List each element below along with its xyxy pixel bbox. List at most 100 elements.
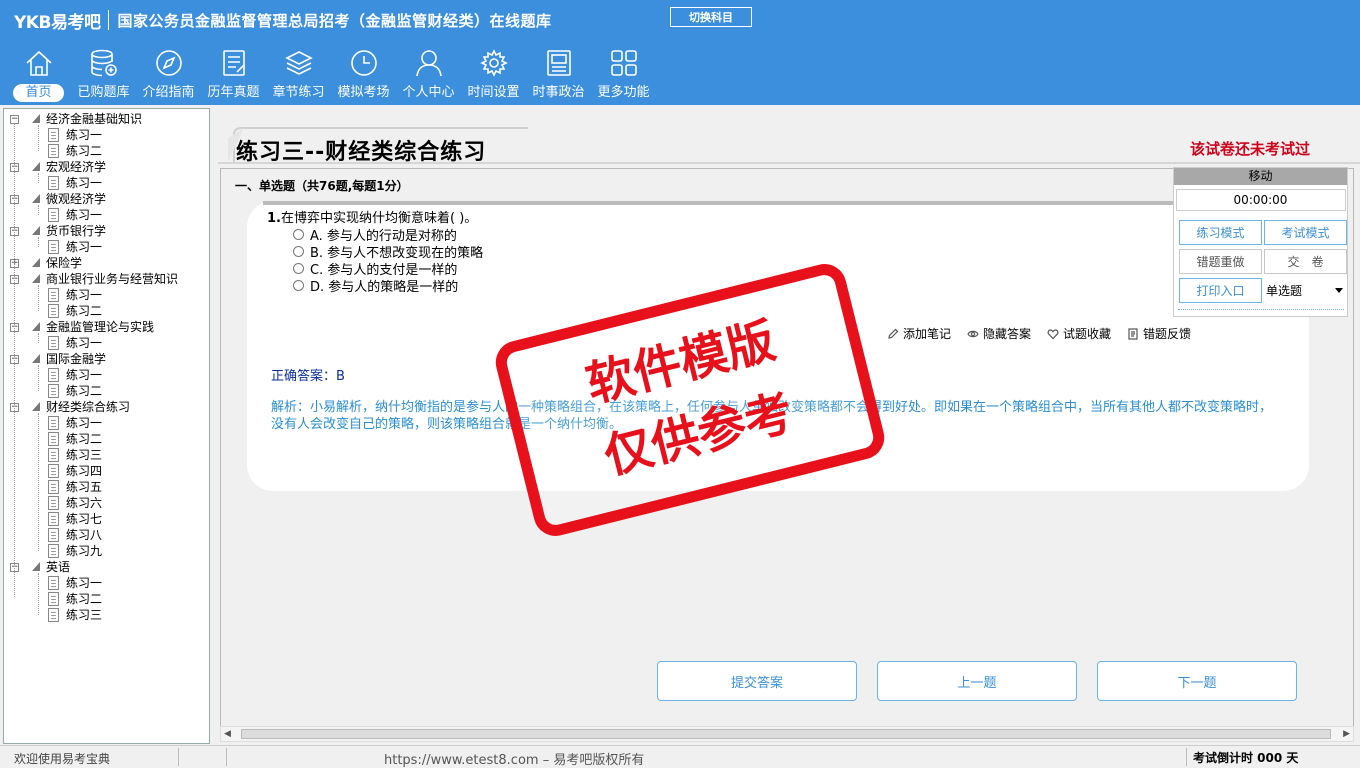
nav-purchased[interactable]: 已购题库 (71, 48, 136, 104)
scroll-left-icon[interactable]: ◀ (224, 729, 231, 739)
tool-label: 试题收藏 (1063, 327, 1112, 341)
tree-item[interactable]: 练习二 (4, 303, 209, 319)
tree-item[interactable]: 练习一 (4, 415, 209, 431)
tree-item[interactable]: 练习一 (4, 127, 209, 143)
radio-button[interactable] (293, 246, 304, 257)
practice-mode-button[interactable]: 练习模式 (1179, 220, 1262, 245)
tree-category[interactable]: − 商业银行业务与经营知识 (4, 271, 209, 287)
eye-icon (967, 330, 979, 337)
nav-mock-exam[interactable]: 模拟考场 (331, 48, 396, 104)
tool-label: 添加笔记 (903, 327, 952, 341)
tree-item[interactable]: 练习一 (4, 207, 209, 223)
tree-item[interactable]: 练习七 (4, 511, 209, 527)
submit-paper-button[interactable]: 交 卷 (1264, 249, 1347, 274)
favorite-button[interactable]: 试题收藏 (1047, 325, 1111, 342)
tree-item-label: 练习九 (66, 544, 103, 558)
tree-category[interactable]: − 国际金融学 (4, 351, 209, 367)
tree-category[interactable]: − 货币银行学 (4, 223, 209, 239)
tree-item-label: 练习一 (66, 208, 103, 222)
nav-time-settings[interactable]: 时间设置 (461, 48, 526, 104)
nav-label: 首页 (13, 84, 64, 102)
tree-item[interactable]: 练习四 (4, 463, 209, 479)
gear-icon (479, 49, 508, 77)
nav-guide[interactable]: 介绍指南 (136, 48, 201, 104)
tree-item[interactable]: 练习三 (4, 447, 209, 463)
tree-item[interactable]: 练习六 (4, 495, 209, 511)
app-title: 国家公务员金融监督管理总局招考（金融监管财经类）在线题库 (117, 11, 552, 30)
nav-past-exams[interactable]: 历年真题 (201, 48, 266, 104)
nav-home[interactable]: 首页 (6, 48, 71, 104)
correct-answer: 正确答案：B (271, 369, 345, 384)
add-note-button[interactable]: 添加笔记 (887, 325, 951, 342)
tree-item[interactable]: 练习一 (4, 575, 209, 591)
redo-wrong-button[interactable]: 错题重做 (1179, 249, 1262, 274)
main-nav: 首页 已购题库 介绍指南 历年真题 章节练习 模拟考场 个人中心 时间设置 时事… (6, 48, 656, 104)
tree-item[interactable]: 练习一 (4, 239, 209, 255)
tree-item[interactable]: 练习一 (4, 287, 209, 303)
tree-category[interactable]: − 金融监管理论与实践 (4, 319, 209, 335)
tree-item[interactable]: 练习五 (4, 479, 209, 495)
radio-button[interactable] (293, 280, 304, 291)
tree-category[interactable]: + 保险学 (4, 255, 209, 271)
print-button[interactable]: 打印入口 (1179, 278, 1262, 303)
hide-answer-button[interactable]: 隐藏答案 (967, 325, 1031, 342)
tree-item[interactable]: 练习一 (4, 175, 209, 191)
status-divider (178, 748, 179, 766)
report-icon (1128, 327, 1138, 340)
tree-item[interactable]: 练习二 (4, 383, 209, 399)
paper-status: 该试卷还未考试过 (1190, 140, 1311, 158)
tree-item[interactable]: 练习二 (4, 591, 209, 607)
document-icon (48, 432, 59, 446)
exam-timer: 00:00:00 (1175, 189, 1346, 211)
previous-question-button[interactable]: 上一题 (877, 661, 1077, 701)
next-question-button[interactable]: 下一题 (1097, 661, 1297, 701)
panel-move-handle[interactable]: 移动 (1174, 168, 1347, 185)
tree-category-label: 微观经济学 (46, 192, 107, 206)
horizontal-scrollbar[interactable]: ◀ ▶ (220, 726, 1354, 742)
layers-icon (284, 51, 313, 75)
tree-item[interactable]: 练习二 (4, 143, 209, 159)
tree-item[interactable]: 练习八 (4, 527, 209, 543)
folder-icon (32, 562, 40, 571)
tree-category[interactable]: − 财经类综合练习 (4, 399, 209, 415)
tree-category-label: 宏观经济学 (46, 160, 107, 174)
tree-category[interactable]: − 宏观经济学 (4, 159, 209, 175)
exam-mode-button[interactable]: 考试模式 (1264, 220, 1347, 245)
tree-item[interactable]: 练习三 (4, 607, 209, 623)
nav-personal-center[interactable]: 个人中心 (396, 48, 461, 104)
tree-category[interactable]: − 微观经济学 (4, 191, 209, 207)
nav-label: 介绍指南 (142, 85, 195, 100)
tree-item-label: 练习四 (66, 464, 103, 478)
tree-item[interactable]: 练习一 (4, 367, 209, 383)
tree-item[interactable]: 练习九 (4, 543, 209, 559)
chapter-tree[interactable]: − 经济金融基础知识 练习一 练习二 − 宏观经济学 练习一 − 微观经济学 练习一 − 货币银行学练… (3, 108, 210, 744)
tree-item-label: 练习七 (66, 512, 103, 526)
question-text: 在博弈中实现纳什均衡意味着( )。 (280, 211, 478, 226)
tree-category-label: 金融监管理论与实践 (46, 320, 155, 334)
tree-item-label: 练习三 (66, 448, 103, 462)
switch-subject-button[interactable]: 切换科目 (670, 7, 752, 27)
tree-category-label: 英语 (46, 560, 71, 574)
tree-item[interactable]: 练习二 (4, 431, 209, 447)
tree-connector (38, 413, 39, 551)
nav-chapter-practice[interactable]: 章节练习 (266, 48, 331, 104)
title-divider (218, 162, 1360, 164)
radio-button[interactable] (293, 229, 304, 240)
error-feedback-button[interactable]: 错题反馈 (1127, 325, 1191, 342)
tree-category[interactable]: − 经济金融基础知识 (4, 111, 209, 127)
question-topbar (263, 201, 1183, 205)
question-type-select[interactable]: 单选题 (1264, 278, 1347, 303)
tree-category[interactable]: − 英语 (4, 559, 209, 575)
section-heading: 一、单选题（共76题,每题1分） (235, 179, 409, 193)
nav-more[interactable]: 更多功能 (591, 48, 656, 104)
document-icon (48, 592, 59, 606)
scroll-right-icon[interactable]: ▶ (1343, 729, 1350, 739)
document-icon (48, 128, 59, 142)
nav-current-affairs[interactable]: 时事政治 (526, 48, 591, 104)
tree-item[interactable]: 练习一 (4, 335, 209, 351)
radio-button[interactable] (293, 263, 304, 274)
submit-answer-button[interactable]: 提交答案 (657, 661, 857, 701)
tree-item-label: 练习六 (66, 496, 103, 510)
scrollbar-thumb[interactable] (241, 729, 1331, 739)
option-d[interactable]: D. 参与人的策略是一样的 (293, 276, 458, 295)
